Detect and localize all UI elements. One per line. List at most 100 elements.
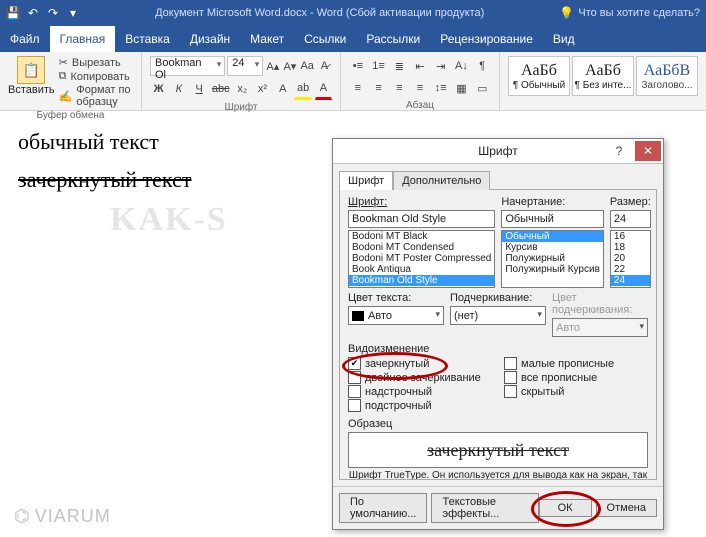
highlight-circle-strike: [342, 352, 448, 380]
list-item[interactable]: 20: [611, 253, 650, 264]
list-item[interactable]: Bodoni MT Condensed: [349, 242, 494, 253]
multilevel-icon[interactable]: ≣: [390, 56, 408, 76]
grow-font-icon[interactable]: A▴: [265, 56, 280, 76]
tab-design[interactable]: Дизайн: [180, 26, 240, 52]
format-painter-label: Формат по образцу: [76, 84, 133, 108]
sort-icon[interactable]: A↓: [453, 56, 471, 76]
inc-indent-icon[interactable]: ⇥: [432, 56, 450, 76]
text-effects-icon[interactable]: A: [274, 79, 291, 99]
font-size-list[interactable]: 16 18 20 22 24: [610, 230, 651, 288]
bold-button[interactable]: Ж: [150, 79, 167, 99]
dialog-tab-advanced[interactable]: Дополнительно: [393, 171, 490, 190]
preview-box: зачеркнутый текст: [348, 432, 648, 468]
strike-button[interactable]: abc: [211, 79, 231, 99]
list-item[interactable]: 22: [611, 264, 650, 275]
clear-format-icon[interactable]: A̷: [317, 56, 332, 76]
chk-allcaps[interactable]: все прописные: [504, 371, 648, 384]
chk-sub[interactable]: подстрочный: [348, 399, 492, 412]
cancel-button[interactable]: Отмена: [596, 499, 657, 517]
shading-icon[interactable]: ▦: [453, 78, 471, 98]
font-name-input[interactable]: Bookman Old Style: [348, 210, 495, 228]
list-item[interactable]: Bodoni MT Poster Compressed: [349, 253, 494, 264]
default-button[interactable]: По умолчанию...: [339, 493, 427, 523]
line-spacing-icon[interactable]: ↕≡: [432, 78, 450, 98]
font-color-combo[interactable]: Авто: [348, 306, 444, 325]
format-painter-button[interactable]: ✍Формат по образцу: [59, 84, 133, 108]
list-item[interactable]: Полужирный: [502, 253, 603, 264]
font-size-input[interactable]: 24: [610, 210, 651, 228]
tab-view[interactable]: Вид: [543, 26, 585, 52]
dialog-close-icon[interactable]: ✕: [635, 141, 661, 161]
font-style-input[interactable]: Обычный: [501, 210, 604, 228]
style-no-spacing[interactable]: АаБб¶ Без инте...: [572, 56, 634, 96]
chk-hidden[interactable]: скрытый: [504, 385, 648, 398]
list-item-selected[interactable]: 24: [611, 275, 650, 286]
checkbox-icon: [348, 385, 361, 398]
tell-me-icon[interactable]: 💡: [559, 6, 574, 20]
list-item[interactable]: Bodoni MT Black: [349, 231, 494, 242]
chk-super[interactable]: надстрочный: [348, 385, 492, 398]
align-center-icon[interactable]: ≡: [370, 78, 388, 98]
ribbon: 📋 Вставить ✂Вырезать ⧉Копировать ✍Формат…: [0, 52, 706, 111]
bullets-icon[interactable]: •≡: [349, 56, 367, 76]
redo-icon[interactable]: ↷: [46, 6, 60, 20]
tab-references[interactable]: Ссылки: [294, 26, 356, 52]
watermark: KAK-S: [110, 201, 228, 239]
align-left-icon[interactable]: ≡: [349, 78, 367, 98]
preview-text: зачеркнутый текст: [427, 440, 569, 461]
list-item[interactable]: Полужирный Курсив: [502, 264, 603, 275]
list-item-selected[interactable]: Bookman Old Style: [349, 275, 494, 286]
font-name-select[interactable]: Bookman Ol: [150, 56, 225, 76]
borders-icon[interactable]: ▭: [473, 78, 491, 98]
justify-icon[interactable]: ≡: [411, 78, 429, 98]
highlight-circle-ok: [531, 491, 601, 527]
ribbon-tabs: Файл Главная Вставка Дизайн Макет Ссылки…: [0, 26, 706, 52]
dialog-help-icon[interactable]: ?: [607, 141, 631, 161]
list-item[interactable]: Book Antiqua: [349, 264, 494, 275]
copy-button[interactable]: ⧉Копировать: [59, 70, 133, 83]
cut-button[interactable]: ✂Вырезать: [59, 56, 133, 69]
font-name-label: Шрифт:: [348, 196, 495, 208]
undo-icon[interactable]: ↶: [26, 6, 40, 20]
tab-layout[interactable]: Макет: [240, 26, 294, 52]
subscript-button[interactable]: x₂: [234, 79, 251, 99]
tab-insert[interactable]: Вставка: [115, 26, 180, 52]
paste-button[interactable]: 📋 Вставить: [8, 56, 55, 96]
underline-combo[interactable]: (нет): [450, 306, 546, 325]
list-item[interactable]: 18: [611, 242, 650, 253]
italic-button[interactable]: К: [170, 79, 187, 99]
dec-indent-icon[interactable]: ⇤: [411, 56, 429, 76]
tab-file[interactable]: Файл: [0, 26, 50, 52]
title-bar: 💾 ↶ ↷ ▾ Документ Microsoft Word.docx - W…: [0, 0, 706, 26]
style-normal[interactable]: АаБб¶ Обычный: [508, 56, 570, 96]
save-icon[interactable]: 💾: [6, 6, 20, 20]
font-color-icon[interactable]: A: [315, 78, 332, 100]
paragraph-group-label: Абзац: [349, 100, 491, 111]
chk-smallcaps[interactable]: малые прописные: [504, 357, 648, 370]
list-item[interactable]: 16: [611, 231, 650, 242]
align-right-icon[interactable]: ≡: [390, 78, 408, 98]
change-case-icon[interactable]: Aa: [299, 56, 314, 76]
font-style-list[interactable]: Обычный Курсив Полужирный Полужирный Кур…: [501, 230, 604, 288]
list-item-selected[interactable]: Обычный: [502, 231, 603, 242]
superscript-button[interactable]: x²: [254, 79, 271, 99]
highlight-icon[interactable]: ab: [294, 78, 311, 100]
font-size-select[interactable]: 24: [227, 56, 263, 76]
numbering-icon[interactable]: 1≡: [370, 56, 388, 76]
tab-home[interactable]: Главная: [50, 26, 116, 52]
text-effects-button[interactable]: Текстовые эффекты...: [431, 493, 538, 523]
style-heading[interactable]: АаБбВЗаголово...: [636, 56, 698, 96]
dialog-title-bar: Шрифт ? ✕: [333, 139, 663, 164]
font-name-list[interactable]: Bodoni MT Black Bodoni MT Condensed Bodo…: [348, 230, 495, 288]
tab-mailings[interactable]: Рассылки: [356, 26, 430, 52]
underline-label: Подчеркивание:: [450, 292, 546, 304]
tab-review[interactable]: Рецензирование: [430, 26, 543, 52]
list-item[interactable]: Курсив: [502, 242, 603, 253]
tell-me-label[interactable]: Что вы хотите сделать?: [578, 7, 700, 19]
underline-button[interactable]: Ч: [191, 79, 208, 99]
qat-dropdown-icon[interactable]: ▾: [66, 6, 80, 20]
window-title: Документ Microsoft Word.docx - Word (Сбо…: [155, 7, 484, 19]
shrink-font-icon[interactable]: A▾: [282, 56, 297, 76]
dialog-tab-font[interactable]: Шрифт: [339, 171, 393, 190]
show-marks-icon[interactable]: ¶: [473, 56, 491, 76]
